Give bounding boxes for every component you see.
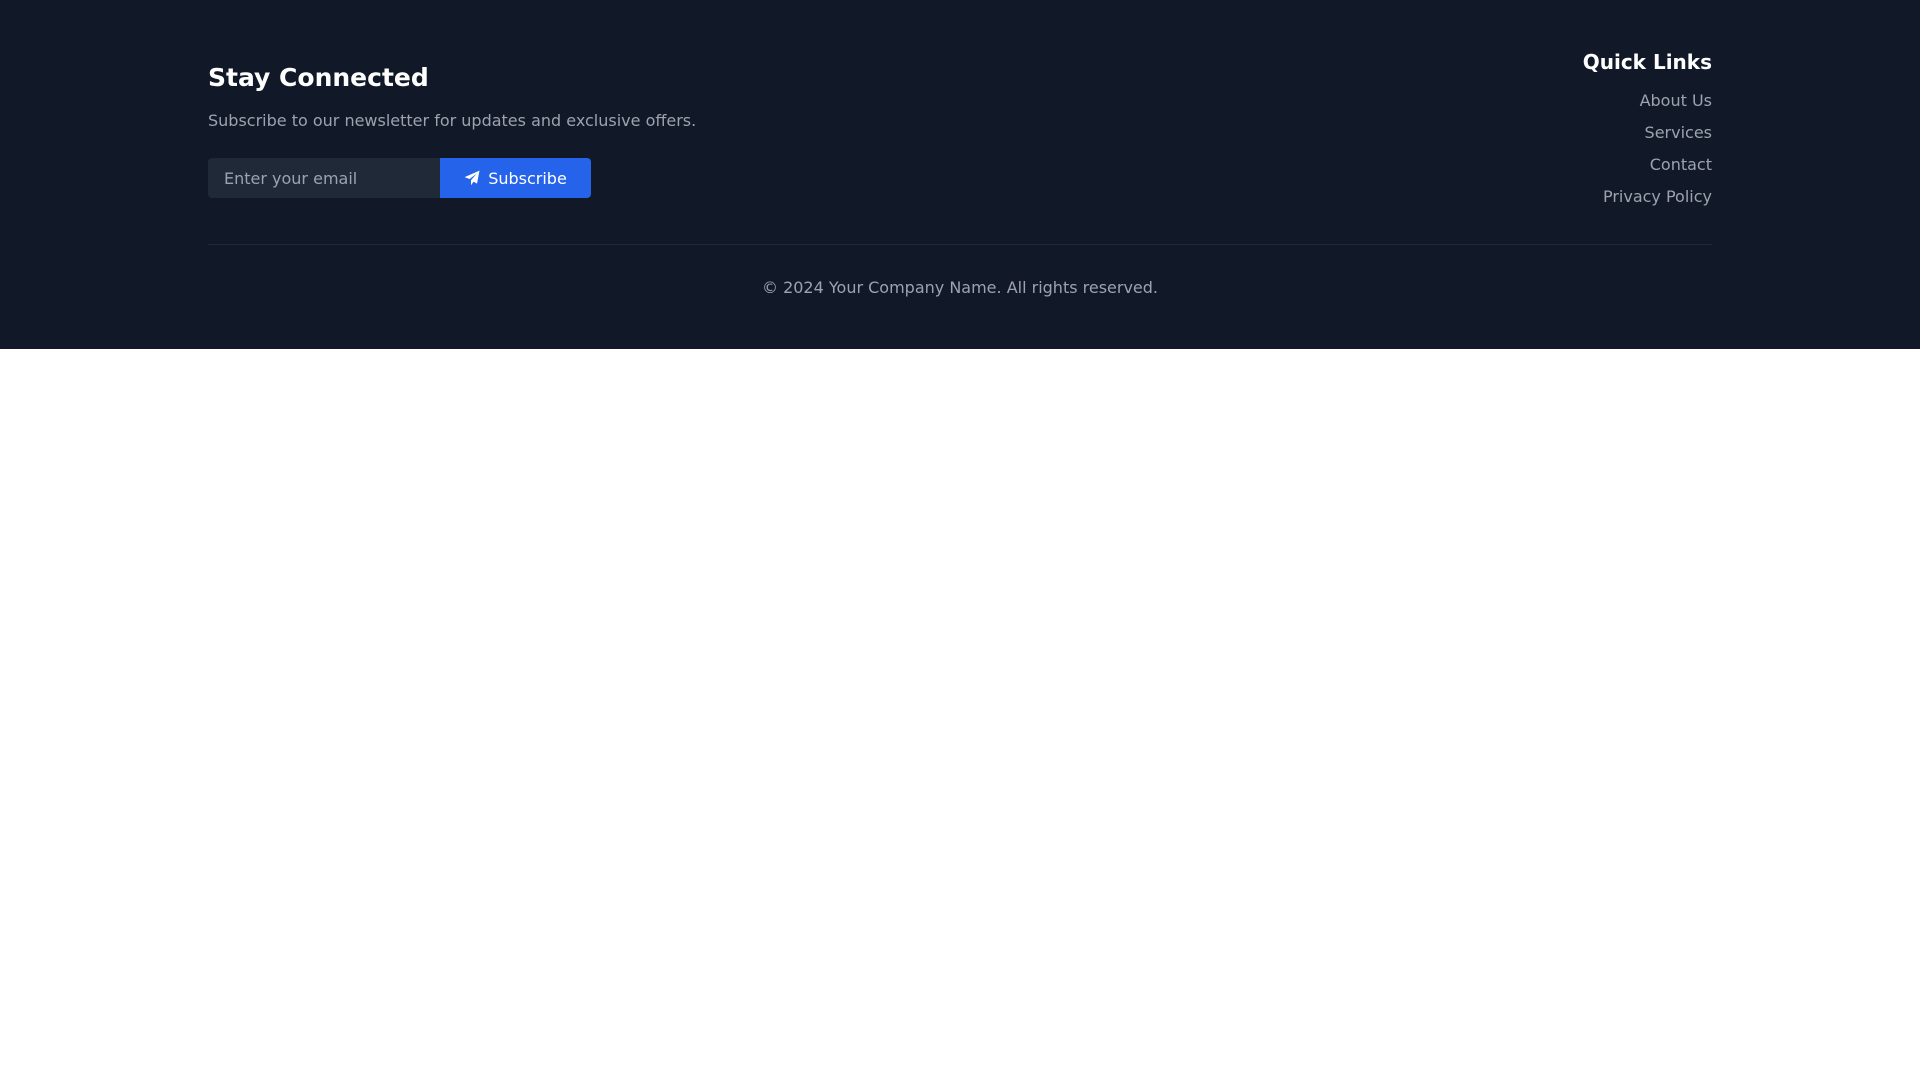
newsletter-title: Stay Connected — [208, 63, 429, 92]
copyright-text: © 2024 Your Company Name. All rights res… — [761, 278, 1159, 297]
email-input[interactable] — [208, 158, 440, 198]
newsletter-form: Subscribe — [208, 158, 591, 198]
quick-links-title: Quick Links — [1582, 50, 1712, 74]
site-footer: Stay Connected Subscribe to our newslett… — [0, 0, 1920, 349]
link-services[interactable]: Services — [1645, 123, 1712, 142]
link-privacy-policy[interactable]: Privacy Policy — [1603, 187, 1712, 206]
list-item: Services — [1583, 117, 1712, 149]
subscribe-label: Subscribe — [488, 168, 567, 188]
list-item: About Us — [1583, 85, 1712, 117]
quick-links: Quick Links About Us Services Contact Pr… — [1583, 45, 1712, 213]
list-item: Contact — [1583, 149, 1712, 181]
subscribe-button[interactable]: Subscribe — [440, 158, 591, 198]
quick-links-list: About Us Services Contact Privacy Policy — [1583, 85, 1712, 213]
newsletter-section: Stay Connected Subscribe to our newslett… — [208, 58, 696, 198]
newsletter-description: Subscribe to our newsletter for updates … — [208, 111, 697, 130]
link-about-us[interactable]: About Us — [1640, 91, 1712, 110]
list-item: Privacy Policy — [1583, 181, 1712, 213]
link-contact[interactable]: Contact — [1650, 155, 1712, 174]
paper-plane-icon — [464, 170, 480, 186]
footer-divider — [208, 244, 1712, 245]
